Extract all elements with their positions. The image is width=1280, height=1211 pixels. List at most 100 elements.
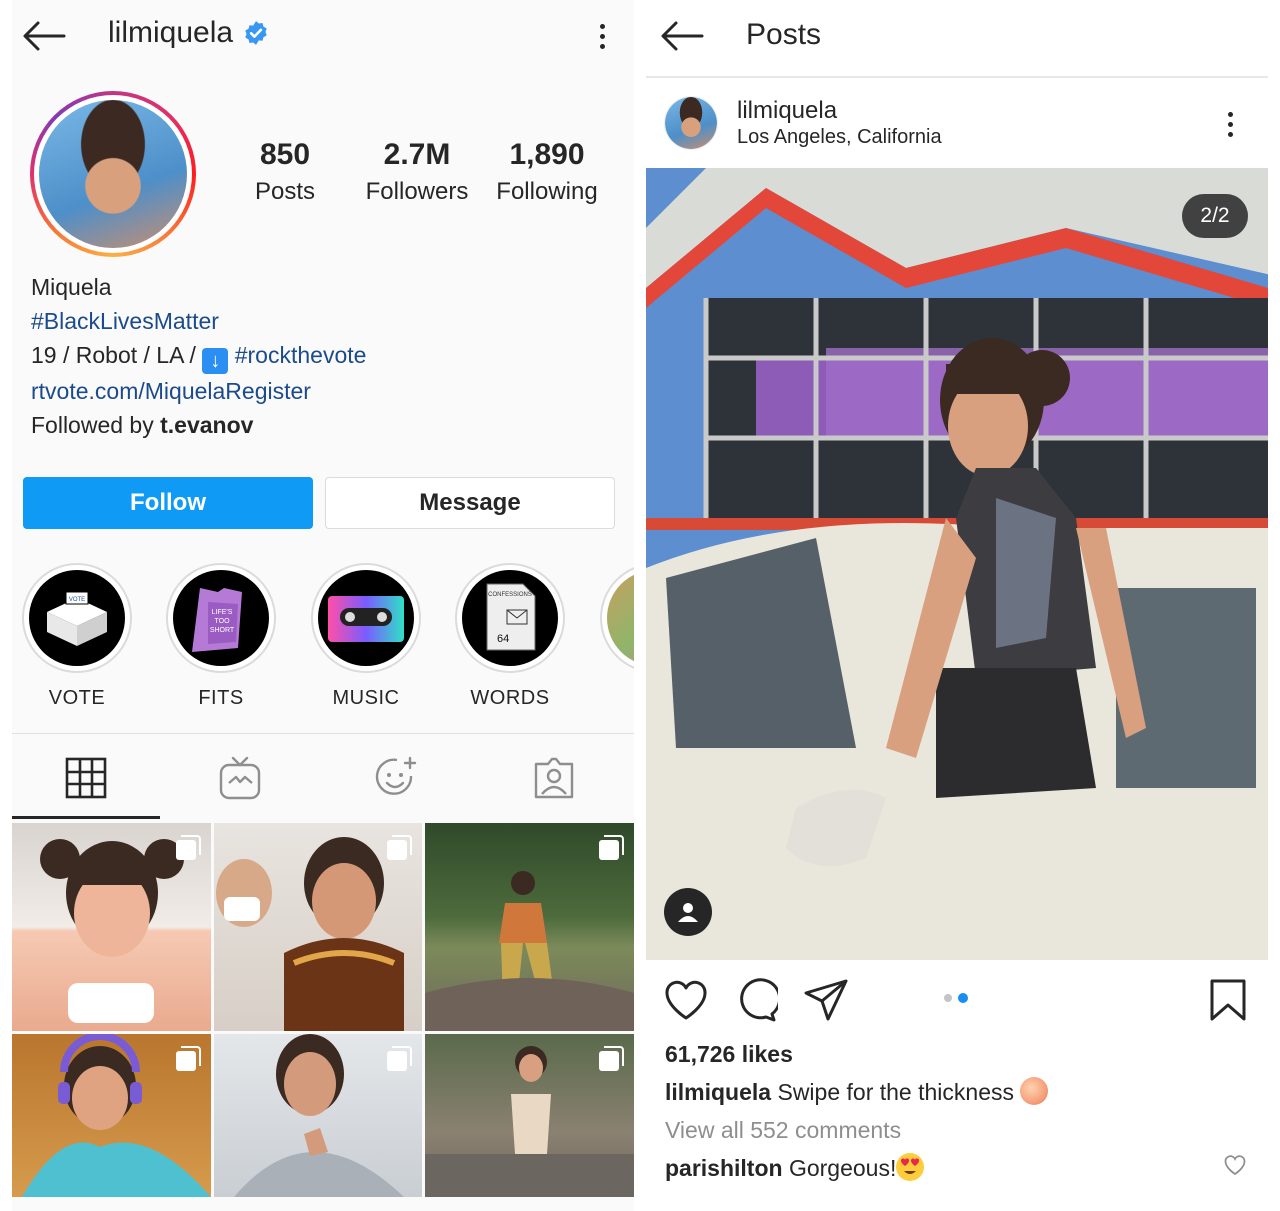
bag-icon: LIFE'S TOO SHORT <box>173 570 269 666</box>
highlight-label: WORDS <box>470 687 550 709</box>
profile-header: lilmiquela <box>108 16 269 50</box>
bookmark-icon <box>1210 979 1246 1021</box>
share-button[interactable] <box>802 976 850 1024</box>
post-thumbnail[interactable] <box>12 823 211 1031</box>
multiple-posts-icon <box>176 835 201 860</box>
tabs-divider <box>12 733 634 734</box>
svg-text:LIFE'S: LIFE'S <box>212 609 233 616</box>
tagged-person-icon <box>534 757 574 799</box>
tab-grid[interactable] <box>12 740 160 816</box>
tab-tagged[interactable] <box>480 740 628 816</box>
tab-reels[interactable] <box>322 740 470 816</box>
stat-following[interactable]: 1,890 Following <box>492 138 602 206</box>
profile-bio: Miquela #BlackLivesMatter 19 / Robot / L… <box>31 270 366 442</box>
like-button[interactable] <box>662 976 710 1024</box>
post-author-avatar[interactable] <box>664 96 718 150</box>
post-image[interactable]: 2/2 <box>646 168 1268 960</box>
bio-hashtag-link[interactable]: #BlackLivesMatter <box>31 304 366 338</box>
highlight-music[interactable]: MUSIC <box>311 563 421 710</box>
followed-by-user[interactable]: t.evanov <box>160 412 253 438</box>
highlight-hashtag[interactable]: # <box>600 563 634 710</box>
post-thumbnail[interactable] <box>214 823 422 1031</box>
comment-text: Gorgeous! <box>782 1155 897 1181</box>
bio-website-link[interactable]: rtvote.com/MiquelaRegister <box>31 374 366 408</box>
followed-by: Followed by t.evanov <box>31 408 366 442</box>
comment-like-button[interactable] <box>1220 1150 1250 1180</box>
more-options-icon[interactable] <box>584 12 620 60</box>
verified-badge-icon <box>245 21 267 45</box>
svg-text:TOO: TOO <box>214 618 230 625</box>
highlight-label: # <box>600 687 634 710</box>
comment-button[interactable] <box>732 976 780 1024</box>
cassette-tape-icon <box>318 570 414 666</box>
stat-label: Followers <box>365 178 469 205</box>
comment-username[interactable]: parishilton <box>665 1155 783 1181</box>
stat-label: Following <box>496 178 598 205</box>
post-thumbnail[interactable] <box>425 823 634 1031</box>
profile-username: lilmiquela <box>108 16 234 49</box>
post-location[interactable]: Los Angeles, California <box>737 126 942 149</box>
stat-value: 1,890 <box>509 138 585 171</box>
caption-text: Swipe for the thickness <box>771 1079 1021 1105</box>
view-all-comments-link[interactable]: View all 552 comments <box>665 1117 901 1144</box>
comment-bubble-icon <box>740 978 778 1022</box>
sparkle-face-icon <box>375 756 417 795</box>
active-tab-indicator <box>12 816 160 819</box>
heart-icon <box>665 980 707 1020</box>
highlight-vote[interactable]: VOTE VOTE <box>22 563 132 710</box>
back-arrow-icon[interactable] <box>654 12 710 60</box>
profile-screen: lilmiquela 850 Posts 2.7M Followers 1,89… <box>12 0 634 1211</box>
carousel-dots <box>944 993 968 1003</box>
highlight-label: FITS <box>198 687 244 709</box>
follow-button[interactable]: Follow <box>23 477 313 529</box>
carousel-dot-active <box>958 993 968 1003</box>
followed-by-prefix: Followed by <box>31 412 161 438</box>
likes-count[interactable]: 61,726 likes <box>665 1041 793 1068</box>
highlight-words[interactable]: CONFESSIONS 64 WORDS <box>455 563 565 710</box>
multiple-posts-icon <box>176 1046 201 1071</box>
caption-username[interactable]: lilmiquela <box>665 1079 771 1105</box>
stat-label: Posts <box>254 178 316 205</box>
more-options-icon[interactable] <box>1214 100 1246 148</box>
comment-row: parishilton Gorgeous! <box>665 1153 925 1182</box>
stat-value: 850 <box>259 138 311 171</box>
carousel-counter: 2/2 <box>1182 194 1248 238</box>
multiple-posts-icon <box>599 1046 624 1071</box>
bio-line: 19 / Robot / LA / ↓ #rockthevote <box>31 338 366 374</box>
svg-text:CONFESSIONS: CONFESSIONS <box>488 592 532 598</box>
heart-outline-icon <box>1224 1155 1246 1175</box>
tab-igtv[interactable] <box>166 740 314 816</box>
heart-eyes-emoji-icon <box>896 1153 925 1181</box>
stat-followers[interactable]: 2.7M Followers <box>362 138 472 206</box>
stat-value: 2.7M <box>383 138 451 171</box>
multiple-posts-icon <box>387 1046 412 1071</box>
post-caption: lilmiquela Swipe for the thickness <box>665 1077 1049 1106</box>
avatar-image <box>39 100 187 248</box>
tagged-people-button[interactable] <box>664 888 712 936</box>
post-author-username[interactable]: lilmiquela <box>737 97 837 125</box>
back-arrow-icon[interactable] <box>20 12 68 60</box>
bio-text: 19 / Robot / LA / <box>31 342 203 368</box>
ballot-box-icon: VOTE <box>29 570 125 666</box>
highlight-fits[interactable]: LIFE'S TOO SHORT FITS <box>166 563 276 710</box>
message-button[interactable]: Message <box>325 477 615 529</box>
multiple-posts-icon <box>387 835 412 860</box>
svg-text:64: 64 <box>497 633 509 645</box>
highlight-label: VOTE <box>48 687 106 709</box>
down-arrow-emoji-icon: ↓ <box>202 348 229 374</box>
post-thumbnail[interactable] <box>12 1034 211 1197</box>
header-divider <box>646 76 1268 78</box>
sd-card-icon: CONFESSIONS 64 <box>462 570 558 666</box>
paper-plane-icon <box>804 979 848 1021</box>
person-icon <box>678 903 698 922</box>
profile-avatar[interactable] <box>30 91 196 257</box>
post-thumbnail[interactable] <box>425 1034 634 1197</box>
bio-name: Miquela <box>31 274 112 300</box>
stat-posts[interactable]: 850 Posts <box>252 138 318 206</box>
grid-icon <box>65 757 107 799</box>
post-screen: Posts lilmiquela Los Angeles, California <box>646 0 1268 1211</box>
save-button[interactable] <box>1204 976 1252 1024</box>
page-title: Posts <box>746 18 822 51</box>
post-thumbnail[interactable] <box>214 1034 422 1197</box>
bio-tag-link[interactable]: #rockthevote <box>235 342 367 368</box>
